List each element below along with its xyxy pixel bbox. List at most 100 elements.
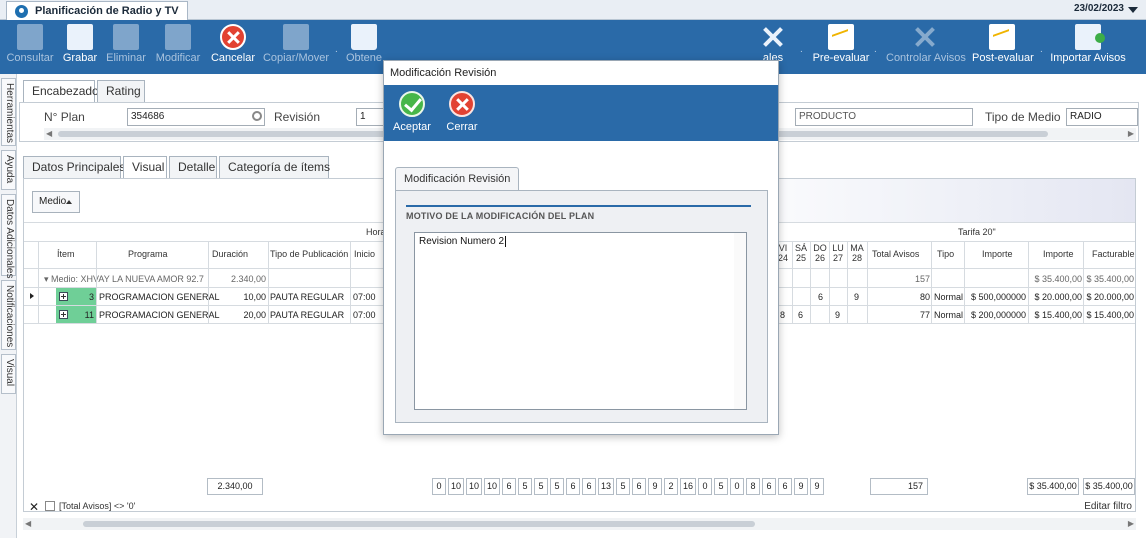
motivo-textarea[interactable]: Revision Numero 2 <box>414 232 747 410</box>
footer-day-total: 9 <box>810 478 824 495</box>
expand-row-icon[interactable] <box>59 310 68 319</box>
grid-vline <box>964 241 965 323</box>
product-input[interactable]: PRODUCTO <box>795 108 973 126</box>
filter-enable-checkbox[interactable] <box>45 501 55 511</box>
footer-day-total: 6 <box>762 478 776 495</box>
col-day-sa[interactable]: SÁ 25 <box>794 243 808 263</box>
col-total-avisos[interactable]: Total Avisos <box>872 249 919 259</box>
footer-day-total: 9 <box>648 478 662 495</box>
tipo-medio-input[interactable]: RADIO <box>1066 108 1138 126</box>
app-tab[interactable]: Planificación de Radio y TV <box>6 1 188 20</box>
footer-total-avisos: 157 <box>870 478 928 495</box>
tab-categoria-items[interactable]: Categoría de ítems <box>219 156 330 178</box>
group-facturable: $ 35.400,00 <box>1086 274 1134 284</box>
footer-day-total: 5 <box>550 478 564 495</box>
obtener-label: Obtene <box>345 52 383 64</box>
col-facturable[interactable]: Facturable <box>1092 249 1135 259</box>
expand-row-icon[interactable] <box>59 292 68 301</box>
row-day[interactable]: 6 <box>818 292 823 302</box>
grabar-button[interactable]: Grabar <box>60 20 100 74</box>
post-evaluar-button[interactable]: Post-evaluar <box>972 20 1034 74</box>
motivo-text: Revision Numero 2 <box>419 236 505 248</box>
scroll-thumb[interactable] <box>83 521 755 527</box>
row-item-id: 11 <box>84 310 94 320</box>
col-duracion[interactable]: Duración <box>212 249 248 259</box>
footer-day-total: 6 <box>566 478 580 495</box>
grid-vline <box>810 241 811 323</box>
edit-filter-link[interactable]: Editar filtro <box>1084 501 1132 512</box>
col-day-lu[interactable]: LU 27 <box>831 243 845 263</box>
plan-label: N° Plan <box>44 110 85 124</box>
col-tipo-publicacion[interactable]: Tipo de Publicación <box>270 249 348 259</box>
textarea-scrollbar[interactable] <box>734 233 746 409</box>
col-importe-tarifa[interactable]: Importe <box>982 249 1013 259</box>
footer-day-total: 0 <box>432 478 446 495</box>
row-duracion: 20,00 <box>243 310 266 320</box>
footer-day-total: 16 <box>680 478 696 495</box>
clear-filter-icon[interactable]: ✕ <box>29 500 39 514</box>
row-day[interactable]: 8 <box>780 310 785 320</box>
col-day-ma[interactable]: MA 28 <box>849 243 865 263</box>
dialog-tab[interactable]: Modificación Revisión <box>395 167 520 191</box>
tab-visual[interactable]: Visual <box>123 156 167 179</box>
row-day[interactable]: 9 <box>835 310 840 320</box>
cerrar-button[interactable]: Cerrar <box>436 89 488 133</box>
tab-datos-principales[interactable]: Datos Principales <box>23 156 125 178</box>
grid-vline <box>867 241 868 323</box>
panel-accent-line <box>406 205 751 207</box>
date-dropdown-icon[interactable] <box>1128 7 1138 13</box>
scroll-left-icon[interactable]: ◀ <box>46 129 52 138</box>
row-importe-tarifa: $ 200,000000 <box>970 310 1026 320</box>
toolbar-separator: . <box>1040 44 1043 55</box>
tipo-medio-label: Tipo de Medio <box>985 110 1061 124</box>
group-duracion: 2.340,00 <box>230 274 266 284</box>
copiar-mover-button[interactable]: Copiar/Mover <box>262 20 330 74</box>
consultar-button[interactable]: Consultar <box>6 20 54 74</box>
col-inicio[interactable]: Inicio <box>354 249 375 259</box>
aceptar-button[interactable]: Aceptar <box>386 89 438 133</box>
chart-icon <box>989 24 1015 50</box>
eliminar-label: Eliminar <box>106 52 146 64</box>
group-row-label[interactable]: ▾ Medio: XHVAY LA NUEVA AMOR 92.7 <box>44 274 204 285</box>
sidetab-notificaciones[interactable]: Notificaciones <box>1 280 16 350</box>
eliminar-button[interactable]: Eliminar <box>104 20 148 74</box>
pre-evaluar-button[interactable]: Pre-evaluar <box>812 20 870 74</box>
obtener-button[interactable]: Obtene <box>344 20 384 74</box>
modificar-button[interactable]: Modificar <box>154 20 202 74</box>
tools-icon <box>912 24 938 50</box>
revision-input[interactable]: 1 <box>356 108 386 126</box>
row-importe: $ 15.400,00 <box>1034 310 1082 320</box>
cancelar-button[interactable]: Cancelar <box>210 20 256 74</box>
scroll-right-icon[interactable]: ▶ <box>1128 129 1134 138</box>
col-tipo[interactable]: Tipo <box>937 249 954 259</box>
controlar-avisos-button[interactable]: Controlar Avisos <box>886 20 966 74</box>
footer-day-total: 10 <box>466 478 482 495</box>
scroll-right-icon[interactable]: ▶ <box>1128 519 1134 528</box>
tab-rating[interactable]: Rating <box>97 80 145 102</box>
footer-importe: $ 35.400,00 <box>1027 478 1079 495</box>
col-day-do[interactable]: DO 26 <box>812 243 828 263</box>
grid-hscrollbar[interactable]: ◀ ▶ <box>23 518 1136 530</box>
row-day[interactable]: 6 <box>798 310 803 320</box>
col-programa[interactable]: Programa <box>128 249 168 259</box>
sidetab-datos-adicionales[interactable]: Datos Adicionales <box>1 194 16 279</box>
sidetab-herramientas[interactable]: Herramientas <box>1 78 16 146</box>
col-item[interactable]: Ítem <box>57 249 75 259</box>
current-row-indicator <box>30 293 34 299</box>
medio-group-button[interactable]: Medio <box>32 191 80 213</box>
col-importe[interactable]: Importe <box>1043 249 1074 259</box>
row-duracion: 10,00 <box>243 292 266 302</box>
aceptar-label: Aceptar <box>393 121 431 133</box>
sidetab-visual[interactable]: Visual <box>1 354 16 394</box>
tab-encabezado[interactable]: Encabezado <box>23 80 99 103</box>
search-icon[interactable] <box>252 111 262 121</box>
row-day[interactable]: 9 <box>854 292 859 302</box>
copiar-mover-label: Copiar/Mover <box>262 52 330 64</box>
scroll-left-icon[interactable]: ◀ <box>25 519 31 528</box>
footer-day-total: 0 <box>698 478 712 495</box>
tab-detalle[interactable]: Detalle <box>169 156 217 178</box>
importar-avisos-button[interactable]: Importar Avisos <box>1050 20 1126 74</box>
plan-number-input[interactable]: 354686 <box>127 108 265 126</box>
chart-icon <box>828 24 854 50</box>
sidetab-ayuda[interactable]: Ayuda <box>1 150 16 190</box>
